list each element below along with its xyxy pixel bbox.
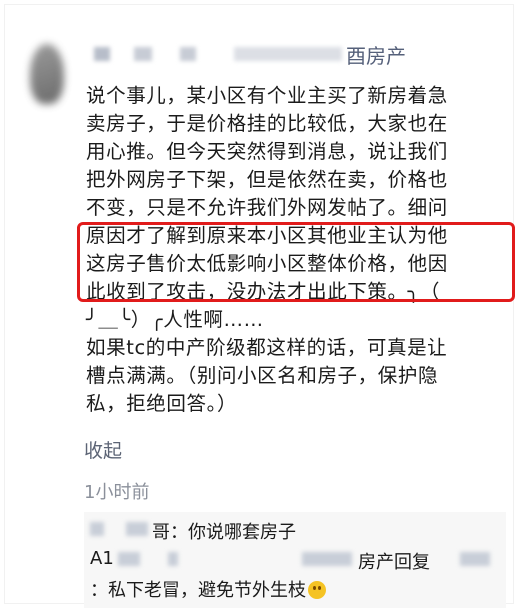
blurred-author-block — [94, 47, 110, 61]
avatar[interactable] — [14, 34, 76, 110]
blurred-name-block — [460, 552, 490, 566]
blurred-author-block — [134, 47, 152, 61]
blurred-name-block — [90, 522, 104, 536]
post-line: 把外网房子下架，但是依然在卖，价格也 — [86, 168, 448, 191]
author-row[interactable]: 酉房产 — [84, 40, 504, 70]
comment-2-prefix: A1 — [90, 548, 114, 569]
post-line: 卖房子，于是价格挂的比较低，大家也在 — [86, 112, 448, 135]
collapse-link[interactable]: 收起 — [84, 436, 122, 463]
comment-2-text: 房产回复 — [358, 552, 430, 573]
comment-3-text: ：私下老冒，避免节外生枝 — [90, 580, 306, 601]
post-line: 说个事儿，某小区有个业主买了新房着急 — [86, 84, 448, 107]
blurred-author-block — [234, 47, 342, 61]
post-line: 私，拒绝回答。） — [86, 392, 238, 415]
blurred-name-block — [118, 552, 140, 566]
comment-2[interactable]: A1 房产回复 — [90, 548, 490, 573]
comment-1-text: 哥：你说哪套房子 — [152, 522, 296, 543]
post-line: 如果tc的中产阶级都这样的话，可真是让 — [86, 336, 448, 359]
blurred-name-block — [302, 552, 352, 566]
blurred-name-block — [126, 522, 148, 536]
smile-emoji-icon — [308, 581, 326, 599]
post-line: ╯＿╰）╭人性啊…… — [86, 308, 264, 331]
post-timestamp: 1小时前 — [84, 482, 150, 503]
author-name[interactable]: 酉房产 — [346, 40, 406, 69]
blurred-name-block — [168, 552, 178, 566]
post-line: 不变，只是不允许我们外网发帖了。细问 — [86, 196, 448, 219]
comments-panel: 哥：你说哪套房子 A1 房产回复 ：私下老冒，避免节外生枝 — [84, 512, 506, 608]
post-line: 用心推。但今天突然得到消息，说让我们 — [86, 140, 448, 163]
blurred-author-block — [180, 47, 196, 61]
comment-3[interactable]: ：私下老冒，避免节外生枝 — [90, 576, 326, 602]
red-highlight-box — [77, 222, 515, 302]
post-line: 槽点满满。（别问小区名和房子，保护隐 — [86, 364, 439, 387]
post-card: 酉房产 说个事儿，某小区有个业主买了新房着急 卖房子，于是价格挂的比较低，大家也… — [4, 4, 515, 608]
comment-1[interactable]: 哥：你说哪套房子 — [90, 518, 296, 544]
